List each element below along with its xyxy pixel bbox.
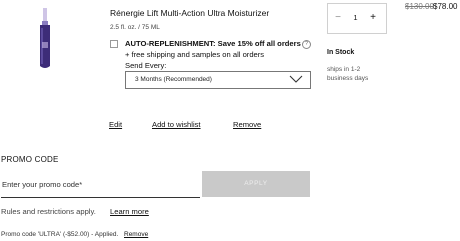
auto-replenishment-checkbox[interactable] [110, 40, 118, 48]
send-every-label: Send Every: [125, 61, 167, 70]
applied-promo-status: Promo code 'ULTRA' (-$52.00) - Applied. [1, 231, 119, 238]
learn-more-link[interactable]: Learn more [110, 207, 149, 216]
quantity-decrease-button[interactable]: − [328, 4, 348, 31]
apply-promo-button[interactable]: APPLY [202, 171, 310, 197]
quantity-increase-button[interactable]: + [363, 4, 383, 31]
auto-replenishment-offer: AUTO-REPLENISHMENT: Save 15% off all ord… [125, 39, 301, 48]
product-title: Rénergie Lift Multi-Action Ultra Moistur… [110, 8, 270, 18]
current-price: $78.00 [433, 2, 458, 11]
product-image[interactable] [33, 8, 57, 72]
replenishment-benefit: + free shipping and samples on all order… [125, 50, 265, 59]
edit-link[interactable]: Edit [109, 120, 122, 129]
auto-replenishment-label: AUTO-REPLENISHMENT: Save 15% off all ord… [125, 39, 301, 48]
chevron-down-icon [289, 75, 303, 83]
shipping-estimate-line2: business days [327, 75, 369, 82]
promo-code-heading: PROMO CODE [1, 155, 59, 164]
shipping-estimate-line1: ships in 1-2 [327, 66, 361, 73]
rules-text: Rules and restrictions apply. [1, 207, 96, 216]
frequency-selected-value: 3 Months (Recommended) [135, 76, 212, 83]
info-icon[interactable]: ? [302, 40, 311, 49]
promo-code-placeholder: Enter your promo code* [2, 180, 83, 189]
original-price: $130.00 [405, 2, 434, 11]
stock-status: In Stock [327, 49, 355, 56]
quantity-value: 1 [353, 13, 358, 22]
remove-item-link[interactable]: Remove [233, 120, 261, 129]
add-to-wishlist-link[interactable]: Add to wishlist [152, 120, 201, 129]
product-size: 2.5 fl. oz. / 75 ML [110, 24, 160, 31]
remove-promo-link[interactable]: Remove [124, 231, 148, 238]
